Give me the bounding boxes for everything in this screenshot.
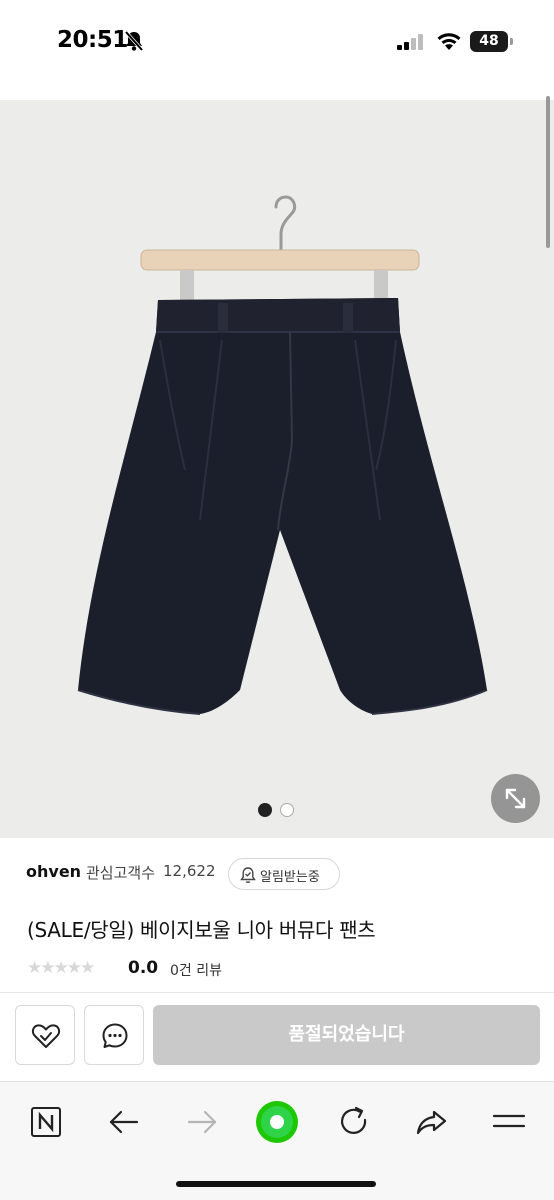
refresh-button[interactable]	[332, 1100, 376, 1144]
product-image-gallery[interactable]	[0, 100, 554, 838]
bell-slash-icon	[124, 30, 144, 56]
sold-out-button[interactable]: 품절되었습니다	[153, 1005, 540, 1065]
rating-score: 0.0	[128, 958, 159, 978]
gallery-pagination	[258, 803, 298, 819]
forward-button[interactable]	[180, 1100, 224, 1144]
status-bar: 20:51 48	[0, 0, 554, 88]
chat-bubble-icon	[102, 1023, 128, 1048]
refresh-icon	[341, 1106, 367, 1134]
battery-icon: 48	[470, 31, 508, 52]
pagination-dot[interactable]	[280, 803, 294, 817]
product-title: (SALE/당일) 베이지보울 니아 버뮤다 팬츠	[27, 918, 376, 942]
expand-arrows-icon	[505, 788, 526, 809]
menu-icon	[492, 1114, 526, 1128]
menu-button[interactable]	[487, 1100, 531, 1144]
back-button[interactable]	[102, 1100, 146, 1144]
purchase-action-bar: 품절되었습니다	[0, 993, 554, 1081]
share-icon	[416, 1110, 447, 1135]
follower-count: 12,622	[163, 862, 216, 880]
chat-button[interactable]	[84, 1005, 144, 1065]
green-dot-button[interactable]	[255, 1100, 299, 1144]
wifi-icon	[436, 31, 462, 55]
naver-home-button[interactable]	[25, 1100, 69, 1144]
expand-button[interactable]	[491, 774, 540, 823]
wishlist-button[interactable]	[15, 1005, 75, 1065]
naver-home-icon	[31, 1107, 61, 1137]
green-dot-icon	[256, 1101, 298, 1143]
alarm-subscribe-button[interactable]: 알림받는중	[228, 858, 340, 890]
follower-label: 관심고객수	[86, 864, 156, 882]
store-name[interactable]: ohven	[26, 862, 81, 881]
share-button[interactable]	[410, 1100, 454, 1144]
back-arrow-icon	[109, 1110, 139, 1134]
home-indicator[interactable]	[176, 1181, 376, 1187]
pagination-dot-active[interactable]	[258, 803, 272, 817]
review-count[interactable]: 0건 리뷰	[170, 960, 222, 980]
battery-level: 48	[479, 33, 499, 49]
status-time: 20:51	[57, 27, 128, 53]
alarm-label: 알림받는중	[260, 870, 320, 885]
star-rating-icon: ★★★★★	[27, 958, 95, 978]
bell-check-icon	[239, 866, 257, 888]
forward-arrow-icon	[187, 1110, 217, 1134]
battery-cap	[510, 38, 513, 45]
scroll-thumb[interactable]	[546, 96, 550, 248]
heart-check-icon	[31, 1024, 61, 1048]
product-photo	[0, 100, 554, 838]
cellular-signal-icon	[397, 34, 425, 54]
